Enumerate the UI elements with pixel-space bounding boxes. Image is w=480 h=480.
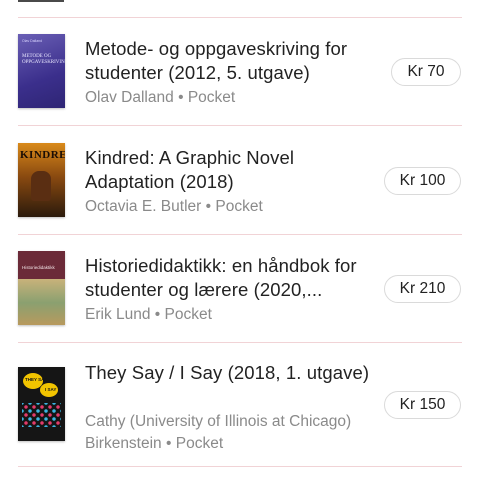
price-button[interactable]: Kr 210 — [384, 275, 461, 303]
cover-title-text: THEY SAY — [25, 377, 48, 382]
book-meta: Cathy (University of Illinois at Chicago… — [85, 411, 375, 455]
book-format: Pocket — [175, 435, 224, 452]
book-author: Erik Lund — [85, 306, 151, 323]
book-cover-image: KINDRED — [18, 143, 65, 217]
cover-author-text: Olav Dalland — [22, 39, 43, 43]
book-title: Kindred: A Graphic Novel Adaptation (201… — [85, 147, 295, 192]
cover-title-text: I SAY — [45, 387, 57, 392]
book-format: Pocket — [164, 306, 212, 323]
book-format: Pocket — [215, 198, 263, 215]
divider — [18, 17, 462, 18]
book-author: Olav Dalland — [85, 89, 174, 106]
book-title: Metode- og oppgaveskriving for studenter… — [85, 38, 348, 83]
book-title: They Say / I Say (2018, 1. utgave) — [85, 362, 370, 383]
cover-title-text: KINDRED — [20, 149, 65, 161]
meta-separator: • — [178, 89, 184, 106]
meta-separator: • — [166, 435, 172, 452]
book-cover-image: Olav Dalland METODE OG OPPGAVESKRIVING — [18, 34, 65, 108]
cover-pattern — [22, 403, 61, 427]
cover-title-text: Historiedidaktikk — [22, 265, 55, 270]
cover-title-text: METODE OG OPPGAVESKRIVING — [22, 54, 65, 65]
book-meta: Olav Dalland • Pocket — [85, 87, 375, 109]
divider — [18, 125, 462, 126]
divider — [18, 234, 462, 235]
meta-separator: • — [154, 306, 161, 323]
book-title: Historiedidaktikk: en håndbok for studen… — [85, 255, 357, 300]
price-button[interactable]: Kr 70 — [391, 58, 461, 86]
book-cover-image: Historiedidaktikk — [18, 251, 65, 325]
book-format: Pocket — [187, 89, 236, 106]
price-button[interactable]: Kr 150 — [384, 391, 461, 419]
book-cover-image: THEY SAY I SAY — [18, 367, 65, 441]
divider — [18, 342, 462, 343]
price-button[interactable]: Kr 100 — [384, 167, 461, 195]
divider — [18, 466, 462, 467]
book-meta: Erik Lund • Pocket — [85, 304, 375, 326]
book-author: Octavia E. Butler — [85, 198, 202, 215]
meta-separator: • — [205, 198, 212, 215]
cover-hands-illustration — [31, 171, 51, 201]
previous-item-edge — [18, 0, 64, 2]
book-meta: Octavia E. Butler • Pocket — [85, 196, 375, 218]
